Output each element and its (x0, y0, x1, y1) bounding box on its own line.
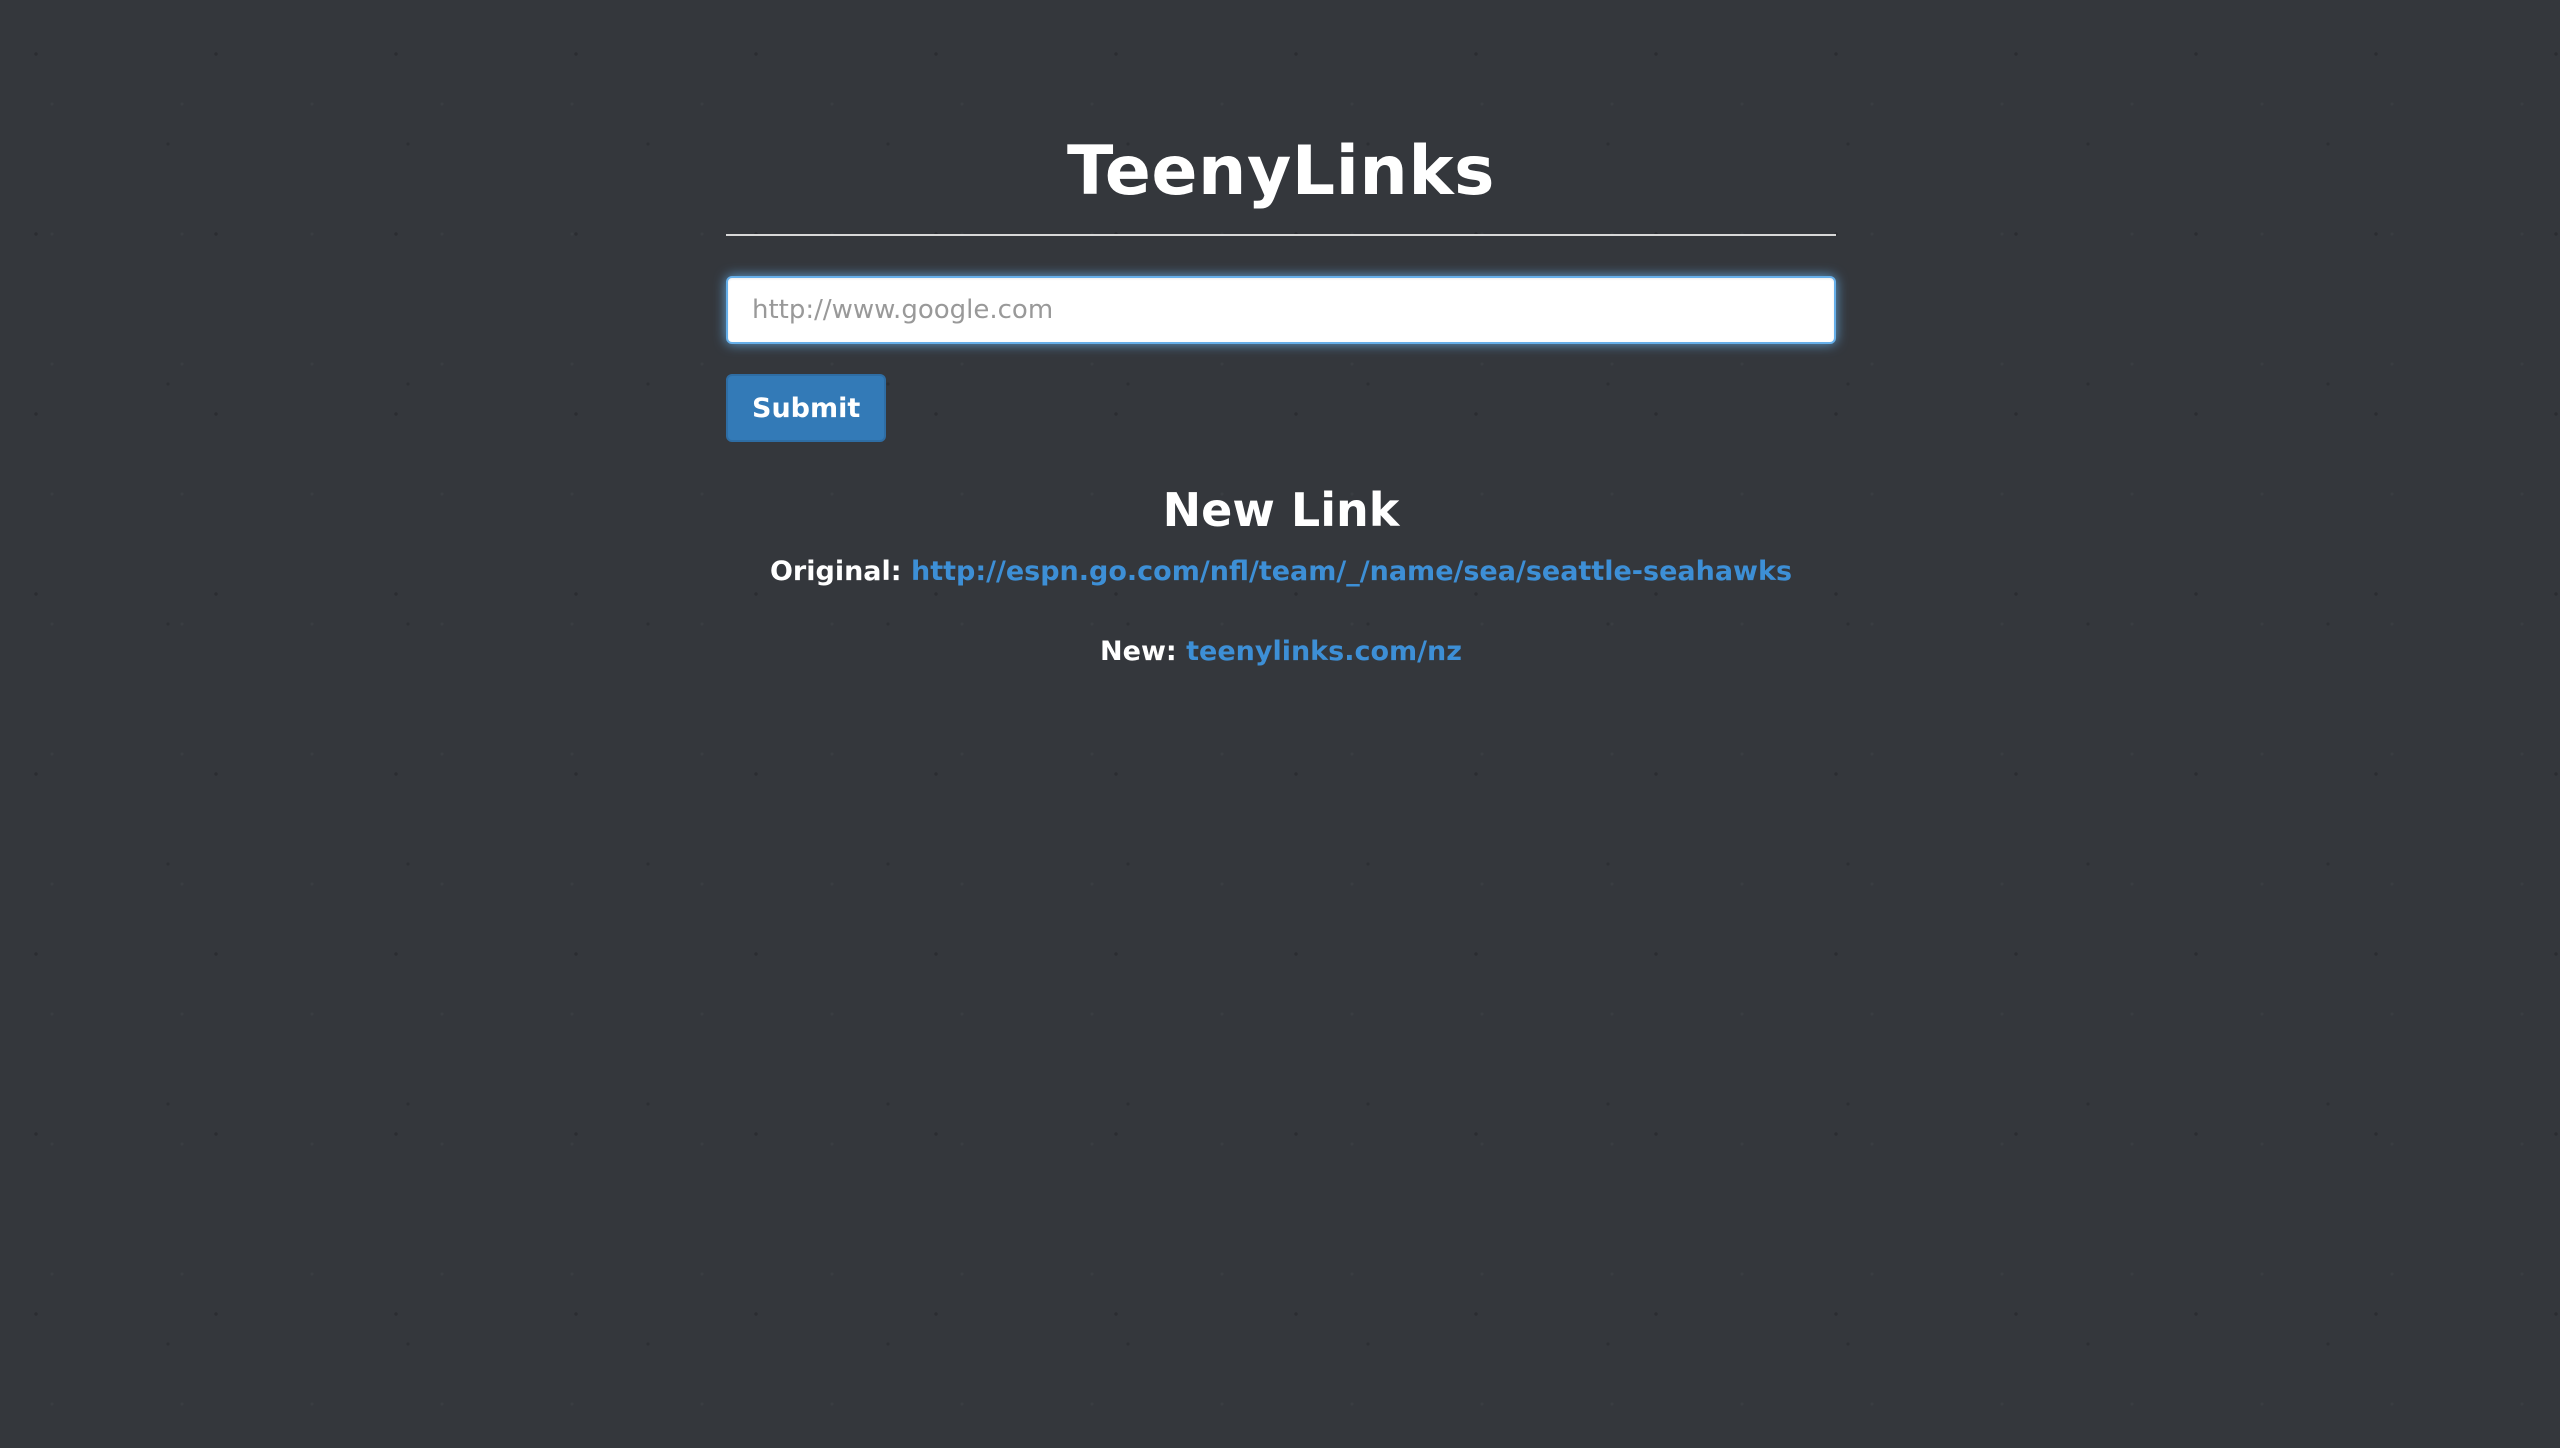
title-divider (726, 234, 1836, 236)
original-label: Original: (769, 556, 911, 587)
new-url-link[interactable]: teenylinks.com/nz (1186, 636, 1462, 667)
original-url-link[interactable]: http://espn.go.com/nfl/team/_/name/sea/s… (911, 556, 1792, 587)
url-input[interactable] (726, 276, 1836, 344)
submit-button[interactable]: Submit (726, 374, 887, 442)
result-heading: New Link (1162, 483, 1400, 537)
main-container: TeenyLinks Submit New Link Original: htt… (726, 0, 1836, 672)
page-title: TeenyLinks (1066, 132, 1496, 211)
original-link-row: Original: http://espn.go.com/nfl/team/_/… (726, 552, 1836, 592)
new-label: New: (1100, 636, 1187, 667)
new-link-row: New: teenylinks.com/nz (726, 632, 1836, 672)
